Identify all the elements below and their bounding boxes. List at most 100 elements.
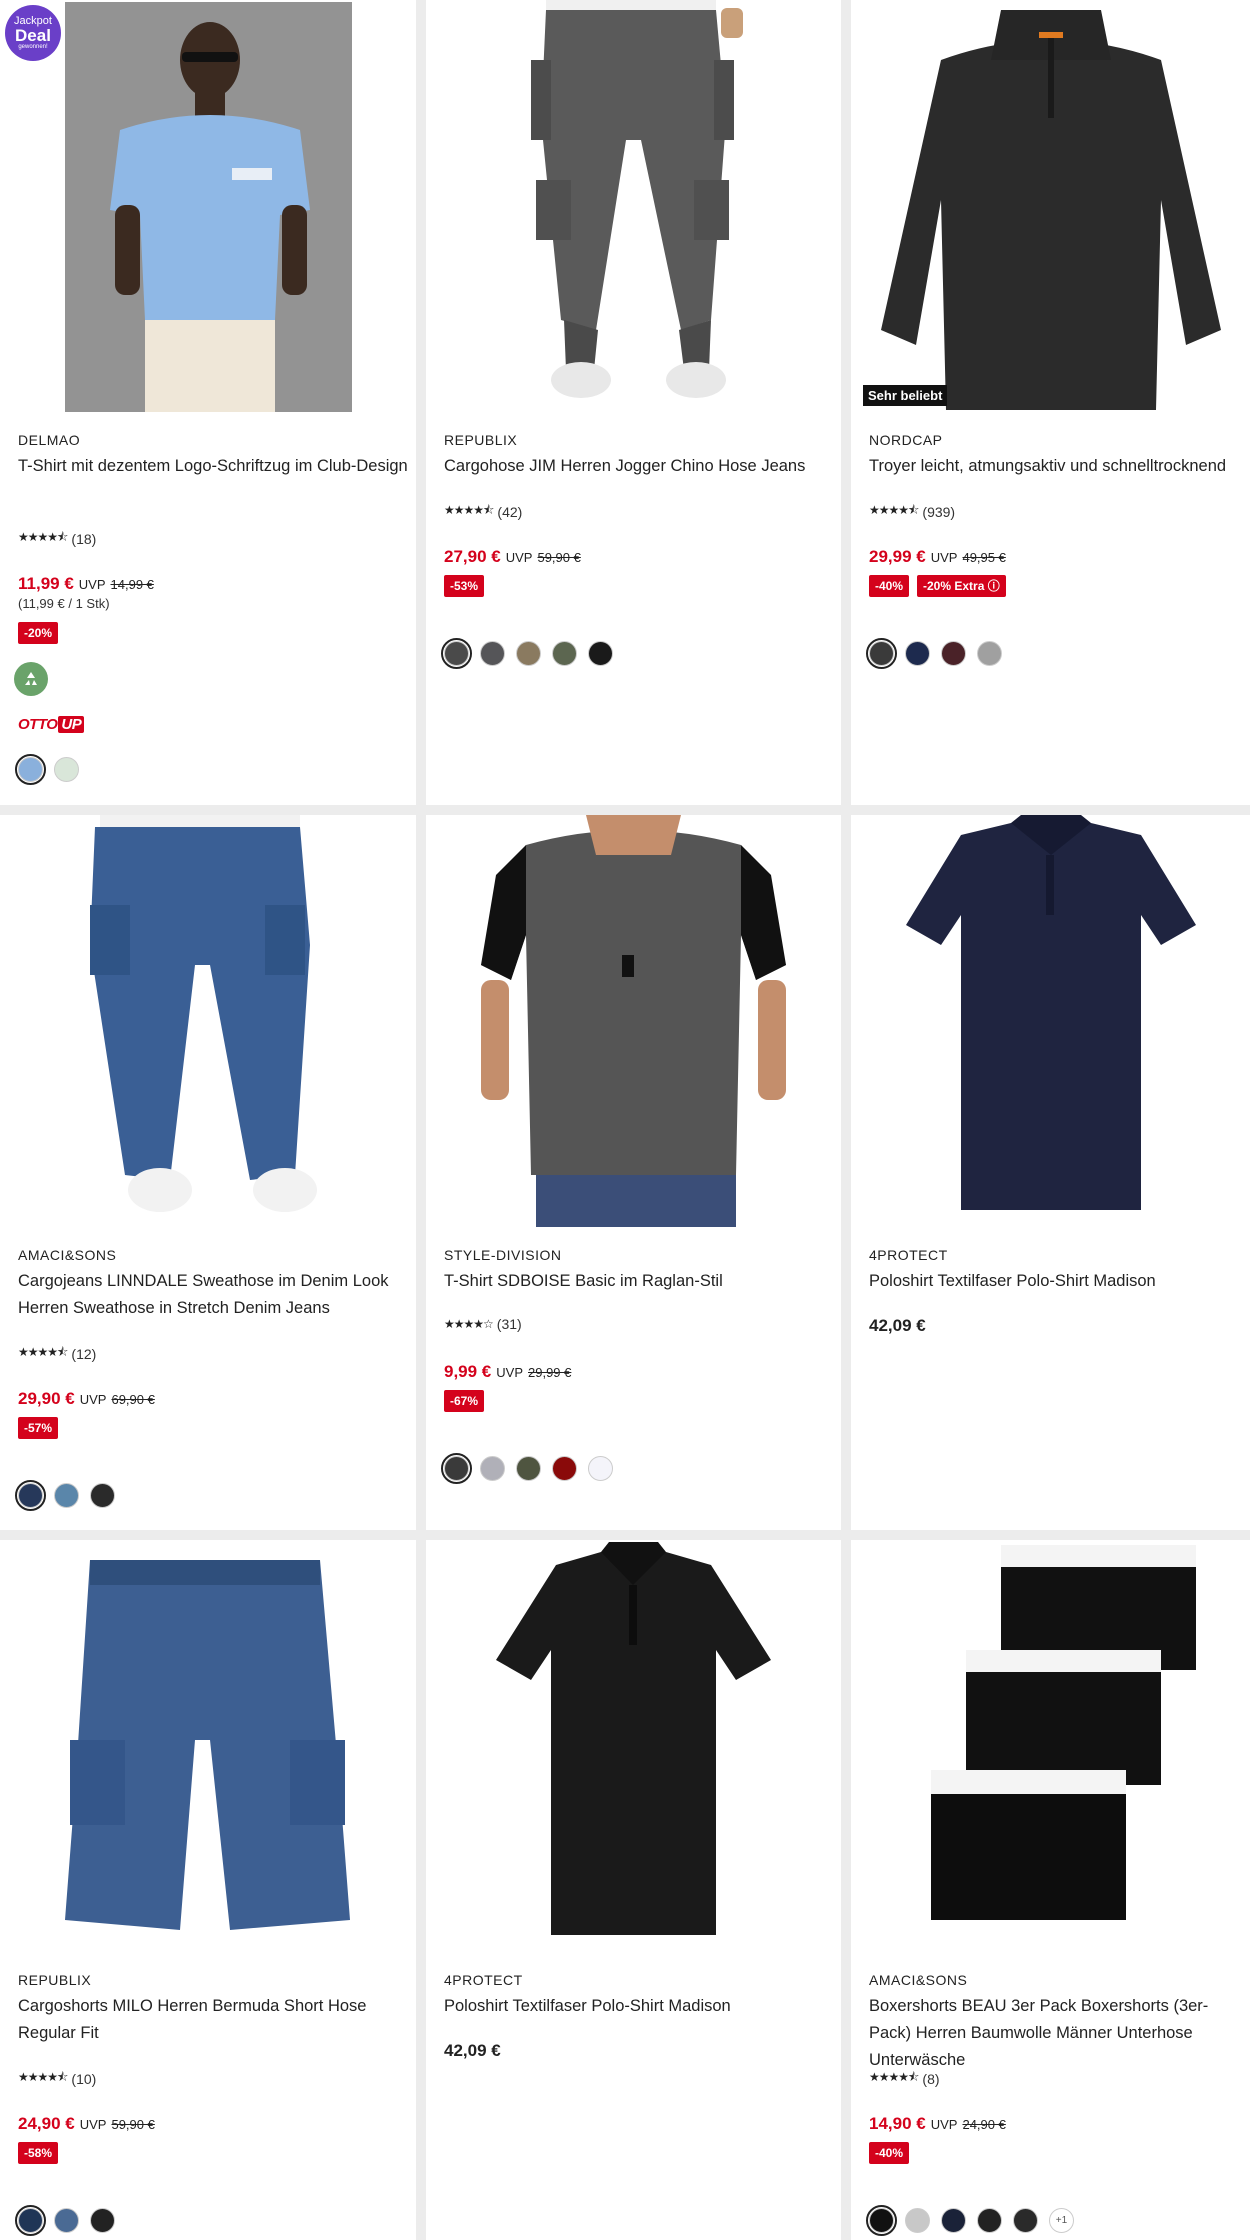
product-card[interactable]: 4PROTECT Poloshirt Textilfaser Polo-Shir… xyxy=(851,815,1250,1530)
uvp-label: UVP xyxy=(505,550,533,565)
product-card[interactable]: STYLE-DIVISION T-Shirt SDBOISE Basic im … xyxy=(426,815,841,1530)
price-row: 27,90 € UVP 59,90 € xyxy=(444,547,581,567)
product-title[interactable]: Cargohose JIM Herren Jogger Chino Hose J… xyxy=(444,453,833,480)
review-count: (8) xyxy=(922,2070,940,2087)
product-image[interactable] xyxy=(851,815,1250,1227)
color-swatch[interactable] xyxy=(977,2208,1002,2233)
price-row: 42,09 € xyxy=(869,1316,926,1336)
uvp-label: UVP xyxy=(78,577,106,592)
product-image[interactable] xyxy=(0,815,416,1227)
color-swatch[interactable] xyxy=(90,2208,115,2233)
sale-price: 29,90 € xyxy=(18,1389,75,1408)
product-title[interactable]: Cargoshorts MILO Herren Bermuda Short Ho… xyxy=(18,1993,408,2047)
product-card[interactable]: 4PROTECT Poloshirt Textilfaser Polo-Shir… xyxy=(426,1540,841,2240)
price-row: 11,99 € UVP 14,99 € xyxy=(18,574,154,594)
product-image[interactable] xyxy=(851,1540,1250,1952)
product-title[interactable]: Boxershorts BEAU 3er Pack Boxershorts (3… xyxy=(869,1993,1242,2074)
uvp-label: UVP xyxy=(930,550,958,565)
color-swatches xyxy=(441,1453,613,1484)
color-swatch[interactable] xyxy=(905,641,930,666)
color-swatch[interactable] xyxy=(480,641,505,666)
price: 42,09 € xyxy=(444,2041,501,2060)
more-colors-button[interactable]: +1 xyxy=(1049,2208,1074,2233)
color-swatch[interactable] xyxy=(441,638,472,669)
product-image[interactable]: Jackpot Deal gewonnen! xyxy=(0,0,416,412)
sale-price: 11,99 € xyxy=(18,574,74,593)
color-swatch[interactable] xyxy=(905,2208,930,2233)
color-swatch[interactable] xyxy=(1013,2208,1038,2233)
product-image[interactable] xyxy=(426,1540,841,1952)
discount-badge: -40% xyxy=(869,575,910,597)
product-title[interactable]: T-Shirt SDBOISE Basic im Raglan-Stil xyxy=(444,1268,833,1295)
product-image[interactable] xyxy=(426,0,841,412)
sale-price: 27,90 € xyxy=(444,547,501,566)
color-swatch[interactable] xyxy=(552,1456,577,1481)
color-swatch[interactable] xyxy=(480,1456,505,1481)
uvp-price: 24,90 € xyxy=(962,2117,1006,2132)
discount-badges: -20% xyxy=(18,622,59,644)
discount-badge: -67% xyxy=(444,1390,485,1412)
color-swatch[interactable] xyxy=(90,1483,115,1508)
color-swatches xyxy=(15,1480,115,1511)
color-swatch[interactable] xyxy=(552,641,577,666)
color-swatch[interactable] xyxy=(588,1456,613,1481)
price-row: 14,90 € UVP 24,90 € xyxy=(869,2114,1006,2134)
product-title[interactable]: Poloshirt Textilfaser Polo-Shirt Madison xyxy=(869,1268,1242,1295)
price-row: 29,99 € UVP 49,95 € xyxy=(869,547,1006,567)
product-title[interactable]: Troyer leicht, atmungsaktiv und schnellt… xyxy=(869,453,1242,480)
product-brand: AMACI&SONS xyxy=(18,1247,117,1263)
discount-badges: -57% xyxy=(18,1417,59,1439)
color-swatch[interactable] xyxy=(54,757,79,782)
color-swatch[interactable] xyxy=(15,1480,46,1511)
rating-stars-icon: ★★★★⯪ xyxy=(18,1345,68,1359)
price-row: 29,90 € UVP 69,90 € xyxy=(18,1389,155,1409)
uvp-price: 29,99 € xyxy=(528,1365,572,1380)
discount-badge: -58% xyxy=(18,2142,59,2164)
color-swatch[interactable] xyxy=(54,2208,79,2233)
product-image[interactable] xyxy=(426,815,841,1227)
jackpot-deal-badge: Jackpot Deal gewonnen! xyxy=(5,5,61,61)
product-rating: ★★★★⯪ (8) xyxy=(869,2068,940,2089)
uvp-label: UVP xyxy=(79,2117,107,2132)
product-brand: DELMAO xyxy=(18,432,81,448)
product-rating: ★★★★⯪ (42) xyxy=(444,501,522,522)
discount-badges: -40% xyxy=(869,2142,910,2164)
review-count: (12) xyxy=(71,1345,97,1362)
color-swatch[interactable] xyxy=(516,641,541,666)
uvp-price: 49,95 € xyxy=(962,550,1006,565)
color-swatch[interactable] xyxy=(866,2205,897,2236)
product-title[interactable]: Poloshirt Textilfaser Polo-Shirt Madison xyxy=(444,1993,833,2020)
product-brand: REPUBLIX xyxy=(444,432,518,448)
review-count: (18) xyxy=(71,530,97,547)
product-image[interactable] xyxy=(0,1540,416,1952)
product-title[interactable]: T-Shirt mit dezentem Logo-Schriftzug im … xyxy=(18,453,408,480)
color-swatch[interactable] xyxy=(54,1483,79,1508)
product-card[interactable]: Sehr beliebt NORDCAP Troyer leicht, atmu… xyxy=(851,0,1250,805)
product-card[interactable]: REPUBLIX Cargoshorts MILO Herren Bermuda… xyxy=(0,1540,416,2240)
discount-badges: -67% xyxy=(444,1390,485,1412)
color-swatch[interactable] xyxy=(441,1453,472,1484)
uvp-label: UVP xyxy=(79,1392,107,1407)
extra-discount-badge[interactable]: -20% Extra ⓘ xyxy=(917,575,1006,597)
rating-stars-icon: ★★★★⯪ xyxy=(869,2070,919,2084)
product-title[interactable]: Cargojeans LINNDALE Sweathose im Denim L… xyxy=(18,1268,408,1322)
rating-stars-icon: ★★★★☆ xyxy=(444,1317,494,1331)
uvp-price: 14,99 € xyxy=(110,577,154,592)
color-swatch[interactable] xyxy=(866,638,897,669)
color-swatch[interactable] xyxy=(941,641,966,666)
price-row: 42,09 € xyxy=(444,2041,501,2061)
color-swatch[interactable] xyxy=(588,641,613,666)
color-swatches xyxy=(15,2205,115,2236)
product-image[interactable]: Sehr beliebt xyxy=(851,0,1250,412)
product-brand: AMACI&SONS xyxy=(869,1972,968,1988)
product-card[interactable]: Jackpot Deal gewonnen! DELMAO T-Shirt mi… xyxy=(0,0,416,805)
color-swatch[interactable] xyxy=(516,1456,541,1481)
color-swatch[interactable] xyxy=(977,641,1002,666)
product-card[interactable]: AMACI&SONS Cargojeans LINNDALE Sweathose… xyxy=(0,815,416,1530)
color-swatch[interactable] xyxy=(15,754,46,785)
product-card[interactable]: AMACI&SONS Boxershorts BEAU 3er Pack Box… xyxy=(851,1540,1250,2240)
color-swatch[interactable] xyxy=(941,2208,966,2233)
color-swatch[interactable] xyxy=(15,2205,46,2236)
product-card[interactable]: REPUBLIX Cargohose JIM Herren Jogger Chi… xyxy=(426,0,841,805)
uvp-price: 69,90 € xyxy=(111,1392,155,1407)
